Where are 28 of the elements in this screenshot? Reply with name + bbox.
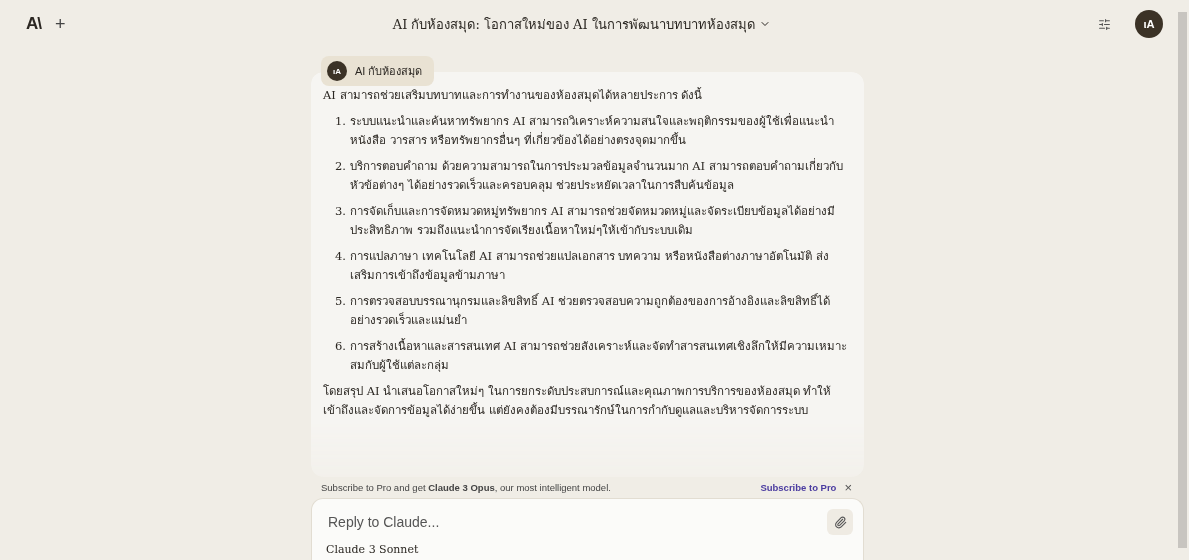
list-number: 5. [335,293,346,310]
list-number: 4. [335,248,346,265]
list-item-text: ระบบแนะนำและค้นหาทรัพยากร AI สามารถวิเคราะห์ความสนใจและพฤติกรรมของผู้ใช้เพื่อแนะนำหนังสือ วารสาร หรือทรัพยากรอื่นๆ ที่เกี่ยวข้องได้อย่างตรงจุดมากขึ้น [350,112,836,149]
list-number: 3. [335,203,346,220]
chip-avatar: ιA [327,61,347,81]
subscribe-link[interactable]: Subscribe to Pro [760,482,837,493]
settings-icon[interactable] [1098,17,1111,31]
list-number: 2. [335,158,346,175]
new-chat-button[interactable]: + [55,13,66,35]
response-intro: AI สามารถช่วยเสริมบทบาทและการทำงานของห้องสมุดได้หลายประการ ดังนี้ [323,86,704,104]
list-item-text: การจัดเก็บและการจัดหมวดหมู่ทรัพยากร AI สามารถช่วยจัดหมวดหมู่และจัดระเบียบข้อมูลได้อย่างมีประสิทธิภาพ รวมถึงแนะนำการจัดเรียงเนื้อหาใหม่ๆให้เข้ากับระบบเดิม [350,202,837,239]
list-item-text: การแปลภาษา เทคโนโลยี AI สามารถช่วยแปลเอกสาร บทความ หรือหนังสือต่างภาษาอัตโนมัติ ส่งเสริมการเข้าถึงข้อมูลข้ามภาษา [350,248,830,284]
list-item-text: การสร้างเนื้อหาและสารสนเทศ AI สามารถช่วยสังเคราะห์และจัดทำสารสนเทศเชิงลึกให้มีความเหมาะสมกับผู้ใช้แต่ละกลุ่ม [350,337,848,374]
project-label: AI กับห้องสมุด [355,64,423,80]
model-selector[interactable]: Claude 3 Sonnet [326,543,419,556]
chat-title[interactable]: AI กับห้องสมุด: โอกาสใหม่ของ AI ในการพัฒนาบทบาทห้องสมุด [392,13,771,35]
list-item-text: บริการตอบคำถาม ด้วยความสามารถในการประมวลข้อมูลจำนวนมาก AI สามารถตอบคำถามเกี่ยวกับหัวข้อต่างๆ ได้อย่างรวดเร็วและครอบคลุม ช่วยประหยัดเวลาในการสืบค้นข้อมูล [350,157,844,194]
list-number: 6. [335,338,346,355]
user-avatar[interactable]: ιA [1135,10,1163,38]
list-item-text: การตรวจสอบบรรณานุกรมและลิขสิทธิ์ AI ช่วยตรวจสอบความถูกต้องของการอ้างอิงและลิขสิทธิ์ได้อย่างรวดเร็วและแม่นยำ [350,292,832,329]
paperclip-icon[interactable] [827,509,853,535]
logo[interactable]: A\ [26,14,41,34]
project-chip[interactable]: ιA AI กับห้องสมุด [321,56,435,86]
close-button[interactable]: × [844,480,852,495]
reply-field[interactable]: Reply to Claude... Claude 3 Sonnet [311,498,864,560]
list-number: 1. [335,113,346,130]
response-summary: โดยสรุป AI นำเสนอโอกาสใหม่ๆ ในการยกระดับประสบการณ์และคุณภาพการบริการของห้องสมุด ทำให้เข้าถึงและจัดการข้อมูลได้ง่ายขึ้น แต่ยังคงต้องมีบรรณารักษ์ในการกำกับดูแลและบริหารจัดการระบบ [323,383,833,419]
banner-text: Subscribe to Pro and get Claude 3 Opus, our most intelligent model. [321,482,611,493]
